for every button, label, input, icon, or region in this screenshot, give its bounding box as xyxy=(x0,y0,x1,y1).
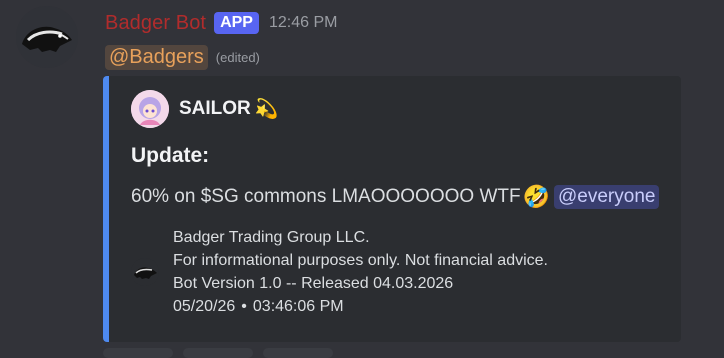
footer-text: Badger Trading Group LLC. For informatio… xyxy=(173,226,548,318)
author-avatar[interactable] xyxy=(131,90,169,128)
badger-icon xyxy=(16,6,78,68)
footer-badger-icon xyxy=(131,258,159,286)
footer-separator: • xyxy=(241,298,247,315)
reaction-bar xyxy=(103,348,333,358)
embed-title: Update: xyxy=(131,144,210,167)
message-header: Badger Bot APP 12:46 PM xyxy=(105,9,337,37)
everyone-mention[interactable]: @everyone xyxy=(554,185,660,209)
embed-author: SAILOR 💫 xyxy=(131,90,278,128)
anime-avatar-icon xyxy=(131,90,169,128)
message-content: @Badgers (edited) xyxy=(105,43,260,71)
embed-card: SAILOR 💫 Update: 60% on $SG commons LMAO… xyxy=(103,76,681,342)
reaction-pill[interactable] xyxy=(183,348,253,358)
bot-avatar[interactable] xyxy=(16,6,78,68)
embed-footer: Badger Trading Group LLC. For informatio… xyxy=(131,226,548,318)
footer-line-disclaimer: For informational purposes only. Not fin… xyxy=(173,252,548,269)
footer-timestamp: 05/20/26 • 03:46:06 PM xyxy=(173,295,548,318)
reaction-pill[interactable] xyxy=(103,348,173,358)
footer-date: 05/20/26 xyxy=(173,298,236,315)
dizzy-emoji-icon: 💫 xyxy=(254,99,279,120)
description-text: 60% on $SG commons LMAOOOOOOO WTF xyxy=(131,186,521,207)
timestamp[interactable]: 12:46 PM xyxy=(269,14,337,32)
reaction-pill[interactable] xyxy=(263,348,333,358)
footer-time: 03:46:06 PM xyxy=(252,298,344,315)
role-mention[interactable]: @Badgers xyxy=(105,44,208,70)
app-badge: APP xyxy=(214,12,259,34)
username[interactable]: Badger Bot xyxy=(105,12,206,35)
edited-label: (edited) xyxy=(215,49,260,65)
embed-description: 60% on $SG commons LMAOOOOOOO WTF 🤣 @eve… xyxy=(131,184,660,210)
author-name[interactable]: SAILOR xyxy=(179,98,251,120)
rofl-emoji-icon: 🤣 xyxy=(522,184,550,209)
chat-message: Badger Bot APP 12:46 PM @Badgers (edited… xyxy=(0,0,724,358)
footer-line-version: Bot Version 1.0 -- Released 04.03.2026 xyxy=(173,275,454,292)
footer-line-company: Badger Trading Group LLC. xyxy=(173,229,370,246)
